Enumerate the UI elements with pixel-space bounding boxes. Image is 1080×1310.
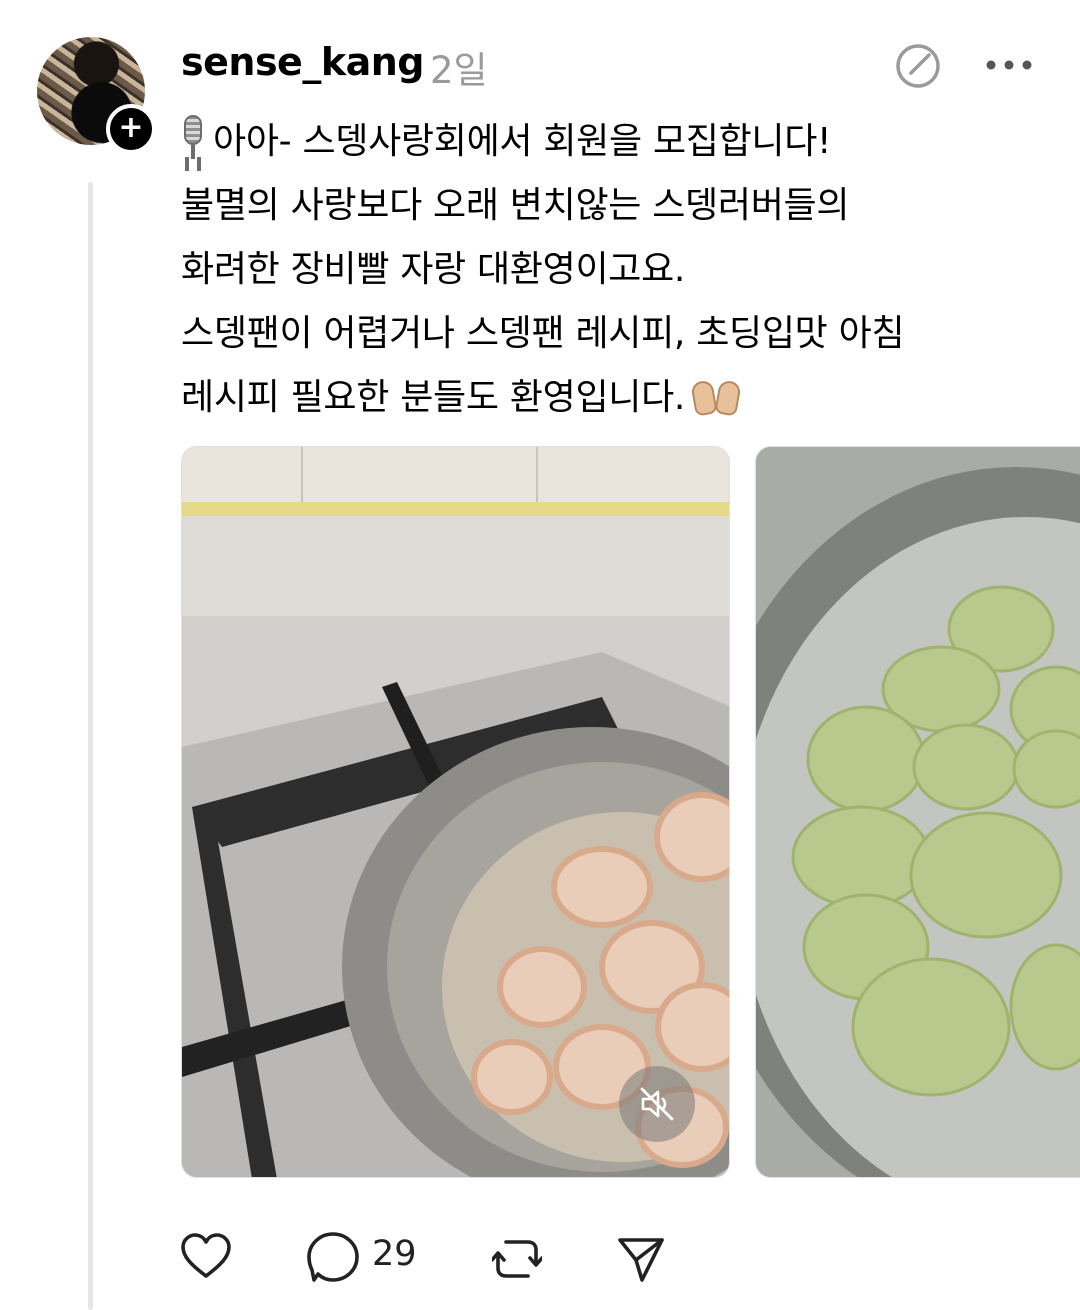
post-video[interactable] xyxy=(181,446,730,1178)
post-line-1-text: 아아- 스뎅사랑회에서 회원을 모집합니다! xyxy=(213,121,832,162)
username[interactable]: sense_kang xyxy=(181,40,425,84)
post-line-3: 화려한 장비빨 자랑 대환영이고요. xyxy=(181,249,686,290)
post-line-5-text: 레시피 필요한 분들도 환영입니다. xyxy=(181,377,686,418)
reply-count: 29 xyxy=(372,1234,417,1274)
comment-icon[interactable] xyxy=(306,1230,360,1284)
post-image[interactable] xyxy=(755,446,1080,1178)
mute-toggle-button[interactable] xyxy=(619,1066,695,1142)
post-body: 아아- 스뎅사랑회에서 회원을 모집합니다! 불멸의 사랑보다 오래 변치않는 … xyxy=(181,110,1061,430)
send-icon[interactable] xyxy=(616,1234,666,1284)
speaker-muted-icon xyxy=(640,1087,674,1121)
post-line-1: 아아- 스뎅사랑회에서 회원을 모집합니다! xyxy=(181,110,1061,174)
post-line-2: 불멸의 사랑보다 오래 변치않는 스뎅러버들의 xyxy=(181,185,850,226)
thread-line xyxy=(88,182,93,1310)
heart-icon[interactable] xyxy=(180,1232,232,1280)
post-timestamp: 2일 xyxy=(430,49,488,92)
post-line-4: 스뎅팬이 어렵거나 스뎅팬 레시피, 초딩입맛 아침 xyxy=(181,313,905,354)
post-line-5: 레시피 필요한 분들도 환영입니다. xyxy=(181,366,1061,430)
repost-icon[interactable] xyxy=(492,1234,542,1284)
follow-plus-button[interactable]: + xyxy=(106,104,156,154)
raising-hands-icon xyxy=(691,373,743,417)
edit-icon[interactable] xyxy=(894,42,942,90)
microphone-icon xyxy=(181,115,205,161)
potato-pan-image-icon xyxy=(756,447,1080,1177)
more-options-icon[interactable] xyxy=(984,50,1034,80)
action-bar: 29 xyxy=(0,1230,1080,1290)
